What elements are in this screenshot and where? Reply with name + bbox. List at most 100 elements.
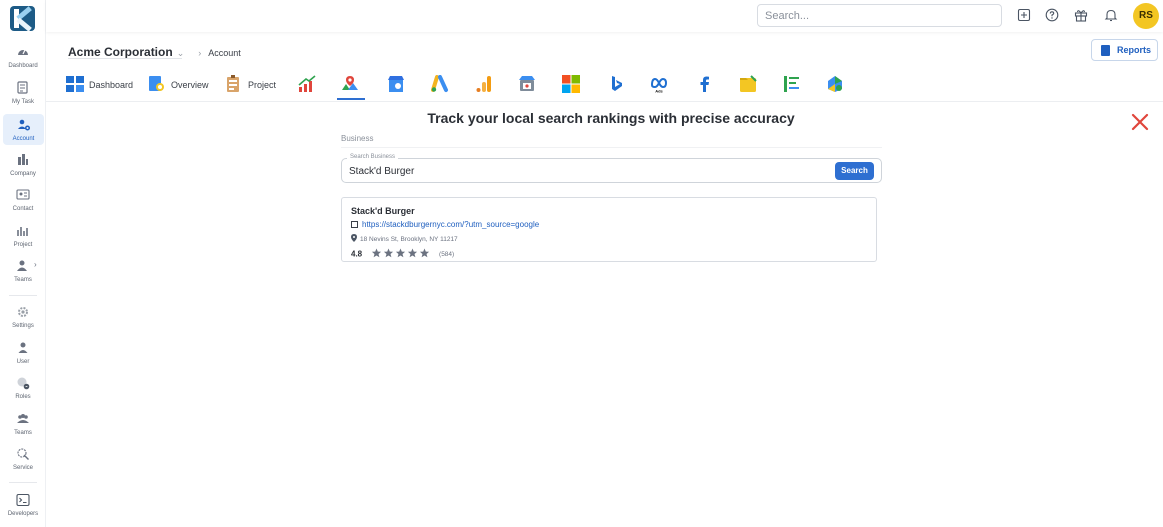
reports-button[interactable]: Reports — [1091, 39, 1158, 61]
gift-icon[interactable] — [1074, 8, 1088, 22]
rating-stars — [371, 245, 431, 263]
sidebar-item-label: Settings — [12, 323, 34, 329]
chevron-down-icon[interactable]: ⌄ — [177, 48, 185, 58]
search-button[interactable]: Search — [835, 162, 874, 180]
business-search-input[interactable]: Stack'd Burger — [349, 166, 414, 177]
tab-label: Overview — [171, 80, 209, 90]
close-icon[interactable] — [1131, 113, 1149, 131]
tab-label: Project — [248, 80, 277, 90]
document-icon — [1101, 45, 1110, 56]
sidebar-item-label: Developers — [7, 511, 39, 517]
section-divider — [341, 147, 882, 148]
sidebar-item-project[interactable]: Project — [0, 224, 46, 256]
sidebar-item-label: Project — [13, 242, 33, 248]
sidebar-item-label: Teams — [14, 430, 32, 436]
company-icon — [18, 154, 28, 165]
sidebar-item-settings[interactable]: Settings — [0, 305, 46, 337]
service-icon — [17, 448, 29, 460]
star-icon — [371, 248, 381, 258]
sidebar: Dashboard My Task Account Company Contac… — [0, 0, 46, 527]
help-icon[interactable] — [1045, 8, 1059, 22]
sidebar-divider — [9, 295, 37, 296]
account-icon — [17, 119, 30, 131]
sidebar-item-user[interactable]: User — [0, 341, 46, 373]
chevron-right-icon: › — [34, 260, 37, 269]
app-logo[interactable] — [10, 6, 35, 31]
rating-score: 4.8 — [351, 249, 363, 259]
breadcrumb-current-page: Account — [208, 48, 241, 58]
business-url[interactable]: https://stackdburgernyc.com/?utm_source=… — [362, 220, 539, 229]
sidebar-item-developers[interactable]: Developers — [0, 493, 46, 525]
project-board-icon — [227, 75, 239, 92]
business-search-field[interactable]: Search Business Stack'd Burger Search — [341, 154, 882, 183]
map-puzzle-icon — [828, 76, 842, 92]
company-selector-underline — [68, 58, 182, 59]
teams-group-icon — [17, 414, 29, 423]
business-rating: 4.8 (584) — [351, 245, 455, 259]
review-count: (584) — [439, 250, 455, 258]
overview-icon — [149, 76, 164, 91]
page-title: Track your local search rankings with pr… — [427, 110, 795, 126]
bing-icon — [612, 76, 622, 91]
sidebar-item-my-task[interactable]: My Task — [0, 81, 46, 113]
star-icon — [383, 248, 393, 258]
search-field-label: Search Business — [347, 154, 399, 160]
user-icon — [18, 342, 28, 353]
sidebar-item-contact[interactable]: Contact — [0, 188, 46, 220]
search-placeholder: Search... — [765, 10, 810, 22]
teams-icon — [17, 260, 27, 271]
terminal-icon — [16, 493, 30, 507]
sidebar-item-teams-group[interactable]: Teams — [0, 412, 46, 444]
sidebar-item-roles[interactable]: Roles — [0, 376, 46, 408]
sidebar-item-label: My Task — [12, 99, 34, 105]
sidebar-item-service[interactable]: Service — [0, 447, 46, 479]
star-icon — [407, 248, 417, 258]
business-address: 18 Nevins St, Brooklyn, NY 11217 — [351, 234, 458, 243]
google-business-icon — [388, 76, 404, 92]
growth-chart-icon — [298, 75, 316, 92]
avatar-initials: RS — [1139, 10, 1153, 21]
sidebar-item-teams[interactable]: Teams › — [0, 259, 46, 291]
location-pin-icon — [351, 234, 357, 242]
meta-ads-icon: Ads — [650, 77, 668, 94]
project-icon — [17, 227, 28, 236]
settings-icon — [18, 307, 28, 317]
breadcrumb-separator-icon: › — [198, 48, 202, 58]
bell-icon[interactable] — [1104, 8, 1118, 22]
microsoft-icon — [562, 75, 580, 93]
business-website-link[interactable]: https://stackdburgernyc.com/?utm_source=… — [351, 220, 539, 229]
business-name: Stack'd Burger — [351, 206, 415, 216]
app-root: Dashboard My Task Account Company Contac… — [0, 0, 1163, 527]
folder-icon — [740, 75, 757, 92]
contact-icon — [16, 189, 30, 200]
local-map-icon — [342, 76, 358, 90]
svg-text:Ads: Ads — [655, 89, 663, 94]
section-label: Business — [341, 134, 374, 143]
address-text: 18 Nevins St, Brooklyn, NY 11217 — [360, 236, 458, 243]
dashboard-grid-icon — [66, 76, 84, 92]
sidebar-item-dashboard[interactable]: Dashboard — [0, 45, 46, 77]
active-tab-indicator — [337, 98, 365, 100]
avatar[interactable]: RS — [1133, 3, 1159, 29]
sidebar-item-label: Dashboard — [8, 63, 38, 69]
sidebar-item-label: Teams — [14, 277, 32, 283]
gauge-icon — [18, 49, 28, 55]
roles-icon — [17, 377, 30, 390]
reports-label: Reports — [1117, 45, 1152, 55]
sidebar-item-label: Company — [10, 171, 36, 177]
sidebar-item-account[interactable]: Account — [3, 114, 44, 145]
top-bar: Search... RS — [46, 0, 1163, 32]
global-search-input[interactable]: Search... — [757, 4, 1002, 27]
add-square-icon[interactable] — [1017, 8, 1031, 22]
store-icon — [519, 76, 535, 91]
google-ads-icon — [431, 75, 448, 92]
google-analytics-icon — [476, 76, 491, 92]
sidebar-item-label: Service — [12, 465, 33, 471]
company-selector[interactable]: Acme Corporation — [68, 45, 173, 59]
star-icon — [395, 248, 405, 258]
business-result-card[interactable]: Stack'd Burger https://stackdburgernyc.c… — [341, 197, 877, 262]
facebook-icon — [700, 76, 709, 92]
sidebar-item-company[interactable]: Company — [0, 153, 46, 185]
search-button-label: Search — [841, 166, 868, 175]
sidebar-item-label: Account — [12, 136, 35, 142]
